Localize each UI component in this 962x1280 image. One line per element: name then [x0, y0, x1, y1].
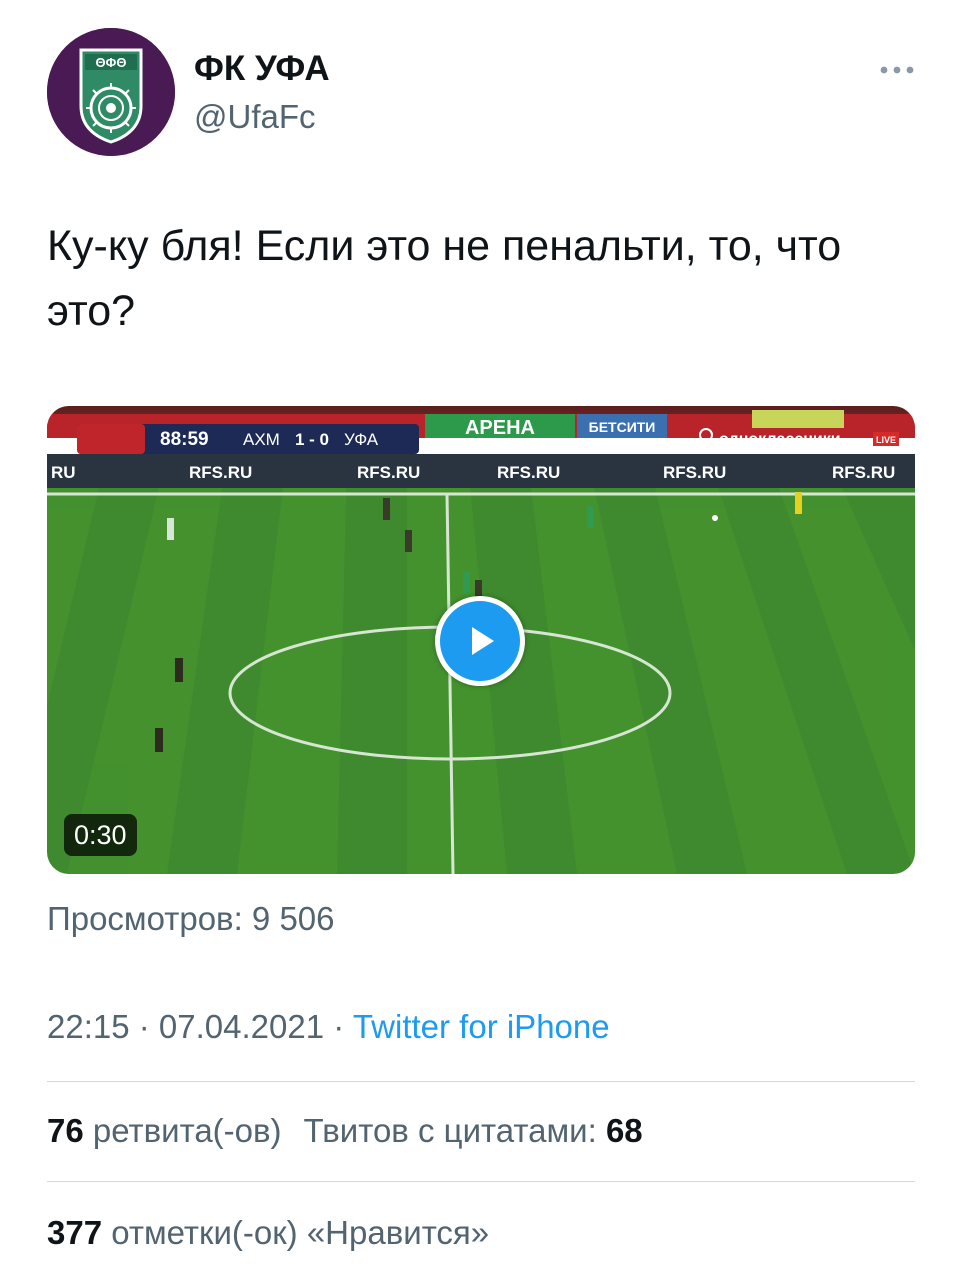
- avatar[interactable]: ΘΦΘ: [47, 28, 175, 156]
- board-text: RFS.RU: [497, 463, 560, 482]
- separator: ·: [324, 1008, 353, 1045]
- score-value: 1 - 0: [295, 430, 329, 449]
- broadcaster: одноклассники: [719, 431, 841, 448]
- sponsor-text: БЕТСИТИ: [589, 419, 656, 435]
- user-handle[interactable]: @UfaFc: [194, 96, 316, 138]
- svg-text:ΘΦΘ: ΘΦΘ: [96, 55, 127, 70]
- tweet-date: 07.04.2021: [158, 1008, 325, 1045]
- score-away: УФА: [344, 430, 379, 449]
- quotes-label: Твитов с цитатами:: [303, 1112, 597, 1149]
- divider: [47, 1181, 915, 1182]
- view-count: Просмотров: 9 506: [47, 900, 335, 937]
- tweet-source-link[interactable]: Twitter for iPhone: [353, 1008, 610, 1045]
- video-player[interactable]: RU RFS.RU RFS.RU RFS.RU RFS.RU RFS.RU АР…: [47, 406, 915, 874]
- retweets-count: 76: [47, 1112, 84, 1149]
- board-text: RFS.RU: [357, 463, 420, 482]
- engagement-stats: 76 ретвита(-ов) Твитов с цитатами: 68: [47, 1110, 643, 1152]
- quotes-count: 68: [605, 1112, 643, 1149]
- play-icon: [472, 627, 494, 655]
- likes-label: отметки(-ок) «Нравится»: [111, 1214, 490, 1251]
- fc-ufa-logo: ΘΦΘ: [47, 28, 175, 156]
- display-name[interactable]: ФК УФА: [194, 48, 330, 90]
- quotes-link[interactable]: Твитов с цитатами: 68: [304, 1112, 643, 1149]
- divider: [47, 1081, 915, 1082]
- video-duration: 0:30: [64, 814, 137, 856]
- likes-link[interactable]: 377 отметки(-ок) «Нравится»: [47, 1214, 489, 1251]
- likes-stats: 377 отметки(-ок) «Нравится»: [47, 1212, 489, 1254]
- retweets-link[interactable]: 76 ретвита(-ов): [47, 1112, 282, 1149]
- more-horizontal-icon: [880, 66, 914, 74]
- tweet-meta: 22:15 · 07.04.2021 · Twitter for iPhone: [47, 1006, 610, 1048]
- arena-text: АРЕНА: [465, 417, 535, 439]
- likes-count: 377: [47, 1214, 103, 1251]
- tweet-time: 22:15: [47, 1008, 130, 1045]
- score-time: 88:59: [160, 429, 209, 450]
- svg-text:RU: RU: [51, 463, 76, 482]
- separator: ·: [129, 1008, 159, 1045]
- play-button[interactable]: [435, 596, 525, 686]
- board-text: RFS.RU: [663, 463, 726, 482]
- retweets-label: ретвита(-ов): [92, 1112, 282, 1149]
- board-text: RFS.RU: [189, 463, 252, 482]
- more-button[interactable]: [872, 52, 922, 88]
- score-home: АХМ: [243, 430, 280, 449]
- live-badge: LIVE: [876, 435, 896, 445]
- tweet-text: Ку-ку бля! Если это не пенальти, то, что…: [47, 222, 842, 335]
- board-text: RFS.RU: [832, 463, 895, 482]
